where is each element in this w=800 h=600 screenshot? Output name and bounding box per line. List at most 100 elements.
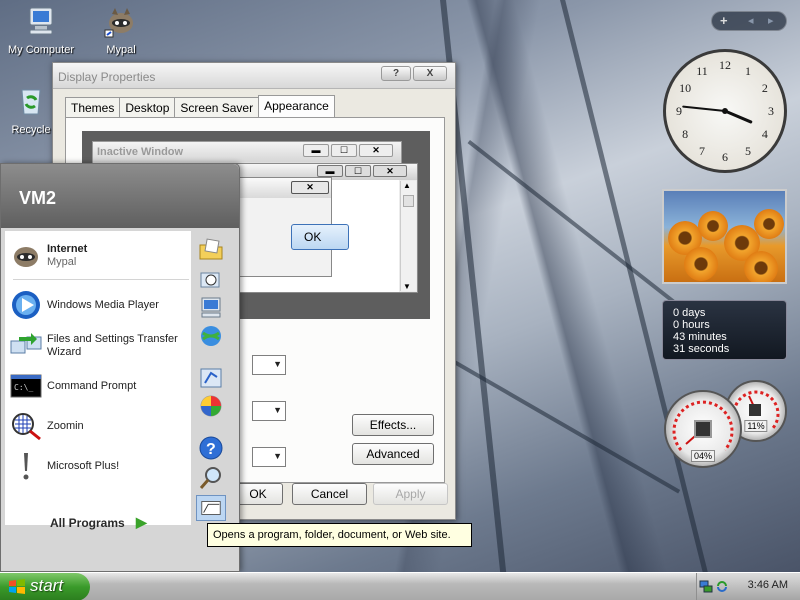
wmp-label: Windows Media Player (47, 298, 159, 311)
transfer-wizard-label: Files and Settings Transfer Wizard (47, 333, 178, 358)
start-menu-item-text: Internet Mypal (47, 243, 87, 269)
help-icon[interactable]: ? (198, 435, 224, 461)
tab-themes[interactable]: Themes (65, 97, 121, 117)
help-button[interactable]: ? (381, 66, 411, 81)
network-icon[interactable] (198, 323, 224, 349)
color-scheme-dropdown[interactable] (252, 401, 286, 421)
window-title: Display Properties (58, 70, 156, 84)
close-icon: ✕ (291, 181, 329, 194)
start-menu: VM2 Internet Mypal Windows Media Player (0, 163, 240, 572)
flower-image (754, 209, 784, 239)
close-icon: X (426, 68, 434, 79)
update-tray-icon[interactable] (715, 579, 729, 593)
tab-appearance[interactable]: Appearance (258, 95, 335, 117)
mypal-raccoon-icon (14, 247, 38, 267)
desktop-icon-mypal[interactable]: Mypal (82, 4, 160, 56)
media-player-icon (12, 291, 40, 319)
taskbar-clock[interactable]: 3:46 AM (748, 579, 788, 591)
tab-screen-saver[interactable]: Screen Saver (174, 97, 260, 117)
ok-button[interactable]: OK (233, 483, 283, 505)
start-menu-item-command-prompt[interactable]: C:\_ Command Prompt (9, 369, 189, 403)
preview-scrollbar: ▲ ▼ (400, 181, 416, 291)
search-icon[interactable] (198, 465, 224, 491)
desktop-icon-my-computer[interactable]: My Computer (2, 4, 80, 56)
internet-sublabel: Mypal (47, 256, 77, 268)
microsoft-plus-label: Microsoft Plus! (47, 459, 120, 472)
microsoft-plus-icon (23, 453, 29, 480)
memory-chip-icon (749, 404, 761, 416)
network-tray-icon[interactable] (699, 579, 713, 593)
start-menu-item-internet[interactable]: Internet Mypal (9, 239, 189, 273)
cpu-meter-gadget[interactable]: 04% (664, 390, 742, 468)
uptime-minutes: 43 minutes (673, 331, 727, 343)
cpu-chip-icon (694, 420, 712, 438)
effects-button[interactable]: Effects... (352, 414, 434, 436)
uptime-days: 0 days (673, 307, 706, 319)
close-icon: ✕ (373, 165, 407, 177)
control-panel-icon[interactable] (198, 365, 224, 391)
previous-arrow-icon[interactable]: ◂ (748, 14, 754, 27)
minimize-icon: ▬ (317, 165, 343, 177)
command-prompt-icon: C:\_ (10, 374, 42, 398)
desktop-icon-label: My Computer (7, 44, 75, 56)
arrow-right-icon: ▶ (136, 514, 147, 530)
tab-strip: Themes Desktop Screen Saver Appearance (65, 95, 335, 117)
desktop-icon-label: Mypal (106, 44, 136, 56)
scroll-thumb (403, 195, 414, 207)
all-programs-button[interactable]: All Programs ▶ (50, 514, 147, 531)
add-gadget-icon[interactable]: + (720, 13, 728, 28)
transfer-wizard-icon (10, 333, 42, 354)
window-titlebar[interactable]: Display Properties ? X (53, 63, 455, 89)
close-button[interactable]: X (413, 66, 447, 81)
raccoon-icon (104, 8, 133, 38)
windows-and-buttons-dropdown[interactable] (252, 355, 286, 375)
run-tooltip: Opens a program, folder, document, or We… (207, 523, 472, 547)
start-menu-item-zoomin[interactable]: Zoomin (9, 409, 189, 443)
advanced-button[interactable]: Advanced (352, 443, 434, 465)
start-menu-programs-pane: Internet Mypal Windows Media Player File… (5, 231, 191, 525)
cancel-button[interactable]: Cancel (292, 483, 367, 505)
zoomin-label: Zoomin (47, 419, 84, 432)
start-menu-places-pane: ? (193, 231, 235, 525)
clock-gadget[interactable]: 12 1 2 3 4 5 6 7 8 9 10 11 (663, 49, 787, 173)
help-glyph: ? (392, 68, 400, 79)
memory-percent: 11% (744, 420, 768, 432)
sidebar-gadget-toolbar: + ◂ ▸ (711, 11, 787, 31)
start-menu-user-name: VM2 (1, 164, 239, 228)
start-menu-item-windows-media-player[interactable]: Windows Media Player (9, 288, 189, 322)
start-button[interactable]: start (0, 573, 90, 600)
svg-text:C:\_: C:\_ (14, 383, 33, 392)
flower-image (698, 211, 728, 241)
start-menu-item-files-settings-transfer[interactable]: Files and Settings Transfer Wizard (9, 329, 189, 363)
clock-center (722, 108, 728, 114)
internet-label: Internet (47, 243, 88, 255)
my-documents-icon[interactable] (198, 237, 224, 263)
minimize-icon: ▬ (303, 144, 329, 157)
slideshow-gadget[interactable] (662, 189, 787, 284)
apply-button[interactable]: Apply (373, 483, 448, 505)
default-programs-icon[interactable] (198, 393, 224, 419)
next-arrow-icon[interactable]: ▸ (768, 14, 774, 27)
flower-image (684, 247, 718, 281)
svg-text:?: ? (206, 441, 216, 458)
windows-logo-icon (9, 579, 25, 594)
recycle-bin-icon (21, 89, 41, 115)
flower-image (744, 251, 778, 282)
wallpaper-beam (467, 140, 675, 304)
clock-hands (682, 105, 753, 124)
my-computer-icon[interactable] (198, 295, 224, 321)
font-size-dropdown[interactable] (252, 447, 286, 467)
start-label: start (30, 576, 64, 595)
scroll-up-icon: ▲ (403, 181, 411, 190)
system-tray: 3:46 AM (696, 573, 800, 600)
start-menu-separator (13, 279, 189, 280)
all-programs-area: All Programs ▶ (5, 500, 237, 570)
computer-icon (29, 7, 53, 35)
close-icon: ✕ (359, 144, 393, 157)
tab-desktop[interactable]: Desktop (119, 97, 176, 117)
zoomin-icon (12, 413, 41, 441)
start-menu-item-microsoft-plus[interactable]: Microsoft Plus! (9, 449, 189, 483)
recent-documents-icon[interactable] (198, 267, 224, 293)
taskbar: start 3:46 AM (0, 572, 800, 600)
maximize-icon: ☐ (331, 144, 357, 157)
